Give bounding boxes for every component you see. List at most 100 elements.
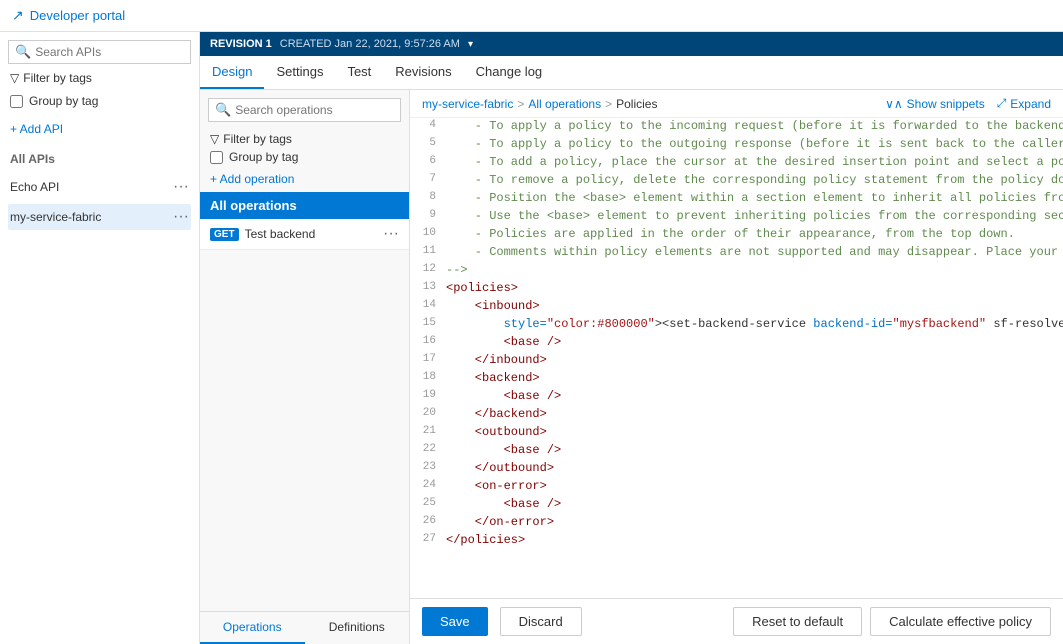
search-ops-icon: 🔍 [215, 102, 231, 118]
breadcrumb-operations[interactable]: All operations [528, 97, 601, 111]
calculate-effective-policy-button[interactable]: Calculate effective policy [870, 607, 1051, 636]
line-content: - To apply a policy to the outgoing resp… [446, 136, 1063, 154]
developer-portal-link[interactable]: Developer portal [30, 8, 125, 23]
breadcrumb-bar: my-service-fabric > All operations > Pol… [410, 90, 1063, 118]
line-content: <backend> [446, 370, 1063, 388]
filter-by-tags-sidebar[interactable]: ▽ Filter by tags [8, 68, 191, 88]
tab-test[interactable]: Test [335, 56, 383, 89]
line-number: 26 [410, 514, 446, 532]
revision-bar: REVISION 1 CREATED Jan 22, 2021, 9:57:26… [200, 32, 1063, 56]
developer-portal-icon: ↗ [12, 7, 24, 24]
line-content: <base /> [446, 388, 1063, 406]
code-line: 12--> [410, 262, 1063, 280]
line-content: </inbound> [446, 352, 1063, 370]
line-content: - To remove a policy, delete the corresp… [446, 172, 1063, 190]
code-line: 23 </outbound> [410, 460, 1063, 478]
search-operations-container[interactable]: 🔍 [208, 98, 401, 122]
reset-to-default-button[interactable]: Reset to default [733, 607, 862, 636]
line-content: </backend> [446, 406, 1063, 424]
revision-date: CREATED Jan 22, 2021, 9:57:26 AM [280, 38, 460, 50]
group-by-tag-sidebar[interactable]: Group by tag [8, 92, 191, 110]
breadcrumb-api[interactable]: my-service-fabric [422, 97, 513, 111]
save-button[interactable]: Save [422, 607, 488, 636]
line-number: 19 [410, 388, 446, 406]
discard-button[interactable]: Discard [500, 607, 582, 636]
line-content: <outbound> [446, 424, 1063, 442]
line-number: 27 [410, 532, 446, 550]
tab-revisions[interactable]: Revisions [383, 56, 463, 89]
middle-footer: Operations Definitions [200, 611, 409, 644]
line-number: 9 [410, 208, 446, 226]
expand-button[interactable]: ⤢ Expand [997, 96, 1051, 111]
line-number: 23 [410, 460, 446, 478]
group-by-tag-ops[interactable]: Group by tag [200, 148, 409, 166]
sidebar-api-my-service-fabric[interactable]: my-service-fabric ··· [8, 204, 191, 230]
all-apis-title: All APIs [8, 144, 191, 170]
footer-right-buttons: Reset to default Calculate effective pol… [733, 607, 1051, 636]
breadcrumb-sep-2: > [605, 97, 612, 111]
code-line: 24 <on-error> [410, 478, 1063, 496]
line-number: 7 [410, 172, 446, 190]
line-content: <policies> [446, 280, 1063, 298]
line-number: 11 [410, 244, 446, 262]
line-number: 20 [410, 406, 446, 424]
line-number: 16 [410, 334, 446, 352]
top-bar: ↗ Developer portal [0, 0, 1063, 32]
search-apis-input[interactable] [35, 45, 184, 59]
group-by-tag-ops-checkbox[interactable] [210, 151, 223, 164]
group-by-tag-checkbox[interactable] [10, 95, 23, 108]
code-line: 16 <base /> [410, 334, 1063, 352]
search-operations-input[interactable] [235, 103, 394, 117]
filter-by-tags-ops[interactable]: ▽ Filter by tags [200, 130, 409, 148]
search-apis-input-container[interactable]: 🔍 [8, 40, 191, 64]
line-number: 12 [410, 262, 446, 280]
operation-test-backend[interactable]: GET Test backend ··· [200, 219, 409, 250]
revision-dropdown-icon[interactable]: ▾ [468, 39, 473, 50]
line-content: </policies> [446, 532, 1063, 550]
code-editor-panel: my-service-fabric > All operations > Pol… [410, 90, 1063, 644]
line-content: - Comments within policy elements are no… [446, 244, 1063, 262]
code-editor[interactable]: 4 - To apply a policy to the incoming re… [410, 118, 1063, 598]
snippets-icon: ∨∧ [885, 97, 903, 111]
footer-tab-operations[interactable]: Operations [200, 612, 305, 644]
line-content: </on-error> [446, 514, 1063, 532]
line-number: 6 [410, 154, 446, 172]
code-line: 17 </inbound> [410, 352, 1063, 370]
code-line: 4 - To apply a policy to the incoming re… [410, 118, 1063, 136]
line-content: - Position the <base> element within a s… [446, 190, 1063, 208]
op-name-test-backend: Test backend [245, 227, 316, 241]
code-line: 10 - Policies are applied in the order o… [410, 226, 1063, 244]
code-line: 6 - To add a policy, place the cursor at… [410, 154, 1063, 172]
line-number: 22 [410, 442, 446, 460]
tab-design[interactable]: Design [200, 56, 264, 89]
test-backend-menu-button[interactable]: ··· [383, 225, 399, 243]
sidebar-api-echo[interactable]: Echo API ··· [8, 174, 191, 200]
footer-tab-definitions[interactable]: Definitions [305, 612, 410, 644]
echo-api-menu-button[interactable]: ··· [173, 178, 189, 196]
filter-icon: ▽ [10, 71, 19, 85]
add-operation-button[interactable]: + Add operation [200, 166, 409, 192]
line-number: 24 [410, 478, 446, 496]
main-tabs-bar: Design Settings Test Revisions Change lo… [200, 56, 1063, 90]
expand-icon: ⤢ [997, 96, 1007, 111]
line-content: <inbound> [446, 298, 1063, 316]
revision-label: REVISION 1 [210, 38, 272, 50]
show-snippets-button[interactable]: ∨∧ Show snippets [885, 97, 985, 111]
code-line: 5 - To apply a policy to the outgoing re… [410, 136, 1063, 154]
line-number: 18 [410, 370, 446, 388]
line-number: 10 [410, 226, 446, 244]
breadcrumb-actions: ∨∧ Show snippets ⤢ Expand [885, 96, 1051, 111]
code-line: 27</policies> [410, 532, 1063, 550]
my-service-fabric-menu-button[interactable]: ··· [173, 208, 189, 226]
add-api-button[interactable]: + Add API [8, 118, 191, 140]
tab-change-log[interactable]: Change log [464, 56, 555, 89]
tab-settings[interactable]: Settings [264, 56, 335, 89]
breadcrumb-policies: Policies [616, 97, 657, 111]
all-operations-item[interactable]: All operations [200, 192, 409, 219]
line-content: - Policies are applied in the order of t… [446, 226, 1063, 244]
line-number: 17 [410, 352, 446, 370]
line-number: 14 [410, 298, 446, 316]
code-line: 15 style="color:#800000"><set-backend-se… [410, 316, 1063, 334]
code-line: 26 </on-error> [410, 514, 1063, 532]
breadcrumb: my-service-fabric > All operations > Pol… [422, 97, 657, 111]
